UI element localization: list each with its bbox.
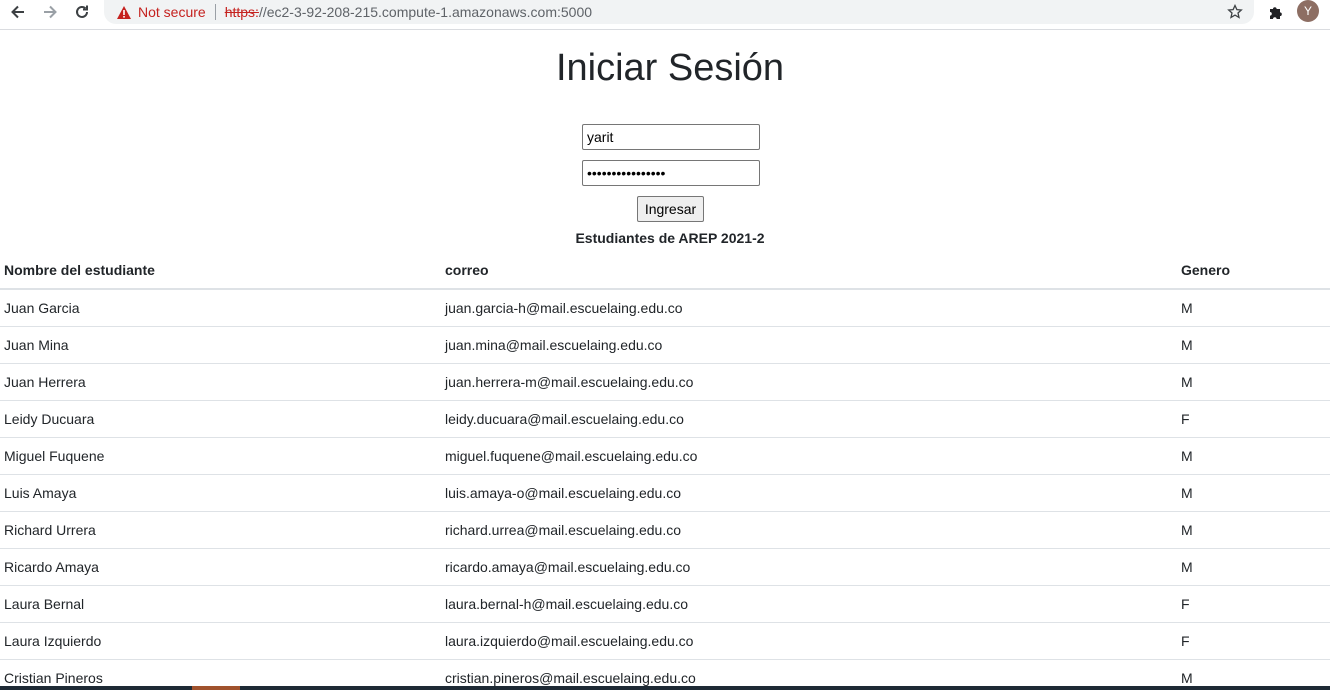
student-name: Laura Izquierdo <box>0 621 441 659</box>
back-button[interactable] <box>4 0 32 24</box>
password-input[interactable] <box>582 160 760 186</box>
student-name: Juan Garcia <box>0 288 441 326</box>
student-gender: M <box>1177 510 1330 548</box>
student-email: juan.mina@mail.escuelaing.edu.co <box>441 325 1177 363</box>
student-name: Luis Amaya <box>0 473 441 511</box>
student-gender: M <box>1177 288 1330 326</box>
table-caption: Estudiantes de AREP 2021-2 <box>575 230 765 246</box>
student-gender: F <box>1177 399 1330 437</box>
table-row: Ricardo Amaya ricardo.amaya@mail.escuela… <box>0 547 1330 585</box>
student-email: juan.garcia-h@mail.escuelaing.edu.co <box>441 288 1177 326</box>
profile-avatar[interactable]: Y <box>1297 0 1319 22</box>
url-host: //ec2-3-92-208-215.compute-1.amazonaws.c… <box>258 4 593 20</box>
student-email: juan.herrera-m@mail.escuelaing.edu.co <box>441 362 1177 400</box>
bookmark-star-icon[interactable] <box>1226 3 1244 21</box>
student-email: luis.amaya-o@mail.escuelaing.edu.co <box>441 473 1177 511</box>
url-scheme: https: <box>224 4 259 20</box>
table-row: Laura Bernal laura.bernal-h@mail.escuela… <box>0 584 1330 622</box>
forward-button[interactable] <box>36 0 64 24</box>
students-table: Nombre del estudiante correo Genero Juan… <box>0 251 1330 690</box>
table-row: Juan Mina juan.mina@mail.escuelaing.edu.… <box>0 325 1330 363</box>
reload-icon <box>76 5 88 18</box>
column-header-gender: Genero <box>1177 251 1330 290</box>
student-name: Ricardo Amaya <box>0 547 441 585</box>
student-gender: M <box>1177 436 1330 474</box>
student-name: Leidy Ducuara <box>0 399 441 437</box>
table-row: Luis Amaya luis.amaya-o@mail.escuelaing.… <box>0 473 1330 511</box>
student-email: richard.urrea@mail.escuelaing.edu.co <box>441 510 1177 548</box>
student-email: laura.bernal-h@mail.escuelaing.edu.co <box>441 584 1177 622</box>
submit-button[interactable]: Ingresar <box>637 196 704 222</box>
student-name: Juan Herrera <box>0 362 441 400</box>
student-gender: M <box>1177 362 1330 400</box>
username-input[interactable] <box>582 124 760 150</box>
student-gender: F <box>1177 584 1330 622</box>
table-row: Juan Garcia juan.garcia-h@mail.escuelain… <box>0 288 1330 326</box>
arrow-left-icon <box>11 5 24 19</box>
student-gender: M <box>1177 473 1330 511</box>
address-bar[interactable]: Not secure https://ec2-3-92-208-215.comp… <box>104 0 1254 24</box>
warning-icon <box>116 4 132 20</box>
table-row: Juan Herrera juan.herrera-m@mail.escuela… <box>0 362 1330 400</box>
column-header-email: correo <box>441 251 1177 290</box>
security-status[interactable]: Not secure <box>138 4 206 20</box>
table-row: Richard Urrera richard.urrea@mail.escuel… <box>0 510 1330 548</box>
reload-button[interactable] <box>68 0 96 24</box>
browser-toolbar: Not secure https://ec2-3-92-208-215.comp… <box>0 0 1330 30</box>
student-email: laura.izquierdo@mail.escuelaing.edu.co <box>441 621 1177 659</box>
taskbar-edge <box>0 686 1330 690</box>
table-row: Laura Izquierdo laura.izquierdo@mail.esc… <box>0 621 1330 659</box>
student-name: Laura Bernal <box>0 584 441 622</box>
extensions-puzzle-icon[interactable] <box>1266 2 1286 22</box>
student-gender: F <box>1177 621 1330 659</box>
table-row: Leidy Ducuara leidy.ducuara@mail.escuela… <box>0 399 1330 437</box>
student-email: miguel.fuquene@mail.escuelaing.edu.co <box>441 436 1177 474</box>
student-name: Miguel Fuquene <box>0 436 441 474</box>
student-gender: M <box>1177 547 1330 585</box>
table-row: Miguel Fuquene miguel.fuquene@mail.escue… <box>0 436 1330 474</box>
student-email: leidy.ducuara@mail.escuelaing.edu.co <box>441 399 1177 437</box>
table-header-row: Nombre del estudiante correo Genero <box>0 251 1330 290</box>
omnibox-divider <box>214 4 216 20</box>
student-gender: M <box>1177 325 1330 363</box>
arrow-right-icon <box>44 5 57 19</box>
taskbar-accent <box>192 686 240 690</box>
column-header-name: Nombre del estudiante <box>0 251 441 290</box>
student-name: Juan Mina <box>0 325 441 363</box>
student-name: Richard Urrera <box>0 510 441 548</box>
student-email: ricardo.amaya@mail.escuelaing.edu.co <box>441 547 1177 585</box>
page-title: Iniciar Sesión <box>555 47 785 89</box>
